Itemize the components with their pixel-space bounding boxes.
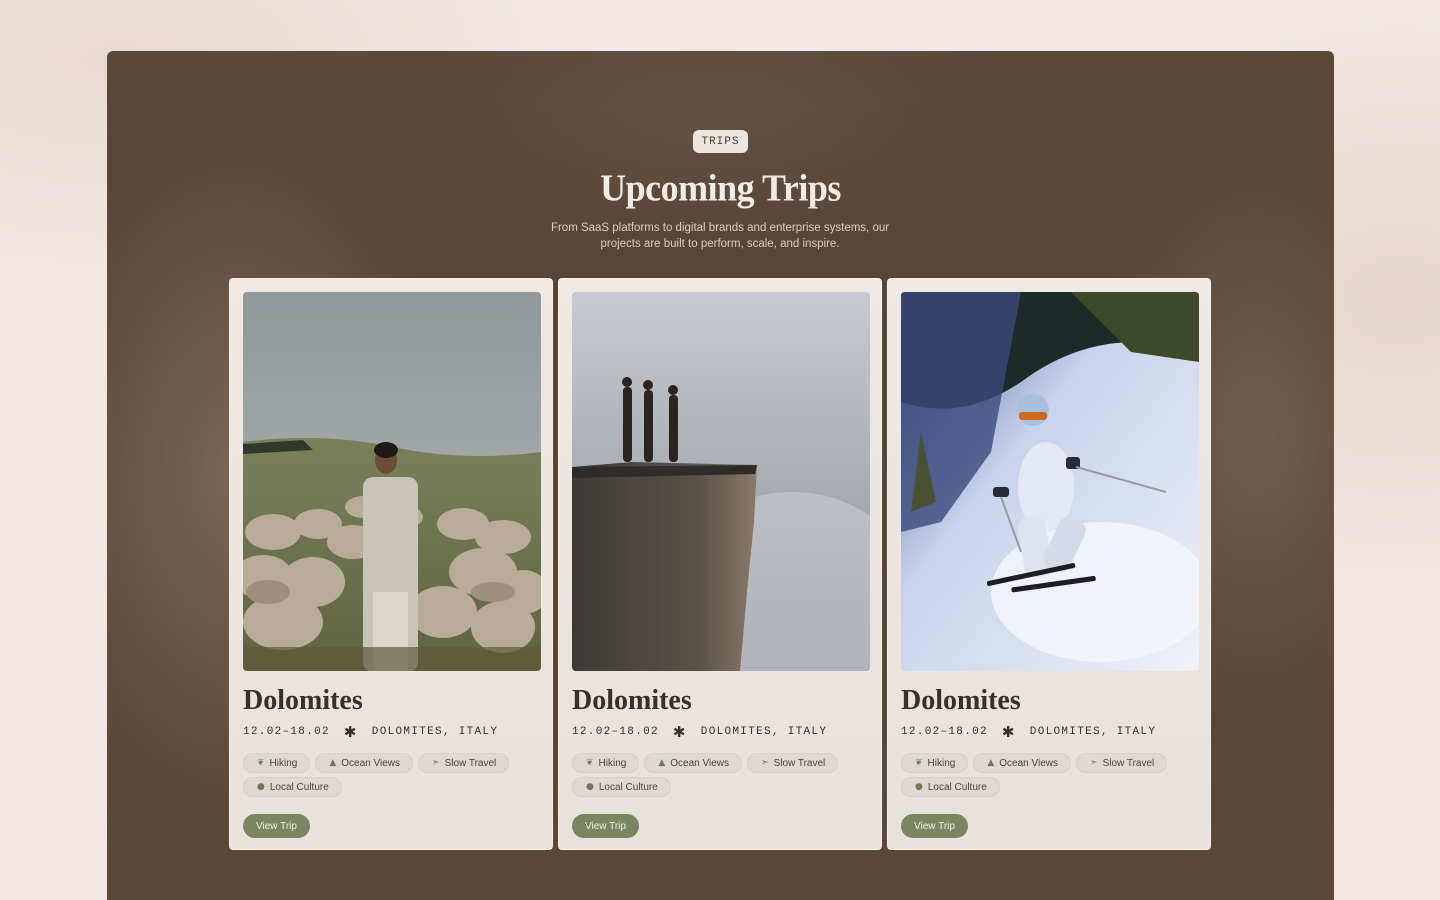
tag-ocean-views: ▲ Ocean Views — [315, 753, 414, 773]
tag-hiking: ❦ Hiking — [901, 753, 969, 773]
mountain-icon: ▲ — [329, 758, 337, 768]
tag-hiking: ❦ Hiking — [572, 753, 640, 773]
section-title: Upcoming Trips — [600, 167, 841, 209]
tag-slow-travel: ➣ Slow Travel — [418, 753, 510, 773]
sprout-icon: ❦ — [915, 758, 923, 768]
trip-meta: 12.02–18.02 ✱ DOLOMITES, ITALY — [901, 723, 1156, 741]
tag-local-culture: ● Local Culture — [572, 777, 671, 797]
sprout-icon: ❦ — [586, 758, 594, 768]
asterisk-icon: ✱ — [1001, 723, 1016, 741]
view-trip-button[interactable]: View Trip — [243, 814, 310, 838]
trip-tags: ❦ Hiking ▲ Ocean Views ➣ Slow Travel ● Local… — [243, 753, 543, 797]
tag-ocean-views: ▲ Ocean Views — [644, 753, 743, 773]
trip-dates: 12.02–18.02 — [901, 726, 988, 738]
view-trip-button[interactable]: View Trip — [901, 814, 968, 838]
leaf-icon: ➣ — [761, 758, 769, 768]
sprout-icon: ❦ — [257, 758, 265, 768]
mountain-icon: ▲ — [658, 758, 666, 768]
trips-section: TRIPS Upcoming Trips From SaaS platforms… — [107, 51, 1334, 900]
section-subtitle: From SaaS platforms to digital brands an… — [550, 222, 890, 250]
trip-location: DOLOMITES, ITALY — [1029, 726, 1157, 738]
trip-card: Dolomites 12.02–18.02 ✱ DOLOMITES, ITALY… — [229, 278, 553, 850]
trip-photo-skier — [901, 292, 1199, 671]
trip-meta: 12.02–18.02 ✱ DOLOMITES, ITALY — [572, 723, 827, 741]
tag-ocean-views: ▲ Ocean Views — [973, 753, 1072, 773]
trip-location: DOLOMITES, ITALY — [371, 726, 499, 738]
asterisk-icon: ✱ — [343, 723, 358, 741]
trip-photo-cliff-edge — [572, 292, 870, 671]
tag-local-culture: ● Local Culture — [243, 777, 342, 797]
trip-dates: 12.02–18.02 — [572, 726, 659, 738]
trip-meta: 12.02–18.02 ✱ DOLOMITES, ITALY — [243, 723, 498, 741]
tag-slow-travel: ➣ Slow Travel — [747, 753, 839, 773]
trip-dates: 12.02–18.02 — [243, 726, 330, 738]
globe-icon: ● — [586, 782, 594, 792]
trip-tags: ❦ Hiking ▲ Ocean Views ➣ Slow Travel ● Local… — [572, 753, 872, 797]
mountain-icon: ▲ — [987, 758, 995, 768]
trip-name: Dolomites — [572, 685, 692, 716]
tag-slow-travel: ➣ Slow Travel — [1076, 753, 1168, 773]
trip-name: Dolomites — [901, 685, 1021, 716]
trip-card: Dolomites 12.02–18.02 ✱ DOLOMITES, ITALY… — [887, 278, 1211, 850]
leaf-icon: ➣ — [432, 758, 440, 768]
trip-location: DOLOMITES, ITALY — [700, 726, 828, 738]
leaf-icon: ➣ — [1090, 758, 1098, 768]
globe-icon: ● — [915, 782, 923, 792]
tag-local-culture: ● Local Culture — [901, 777, 1000, 797]
trip-name: Dolomites — [243, 685, 363, 716]
tag-hiking: ❦ Hiking — [243, 753, 311, 773]
trip-tags: ❦ Hiking ▲ Ocean Views ➣ Slow Travel ● Local… — [901, 753, 1201, 797]
trip-card: Dolomites 12.02–18.02 ✱ DOLOMITES, ITALY… — [558, 278, 882, 850]
trip-photo-woman-with-sheep — [243, 292, 541, 671]
section-eyebrow-badge: TRIPS — [693, 130, 748, 153]
view-trip-button[interactable]: View Trip — [572, 814, 639, 838]
asterisk-icon: ✱ — [672, 723, 687, 741]
globe-icon: ● — [257, 782, 265, 792]
